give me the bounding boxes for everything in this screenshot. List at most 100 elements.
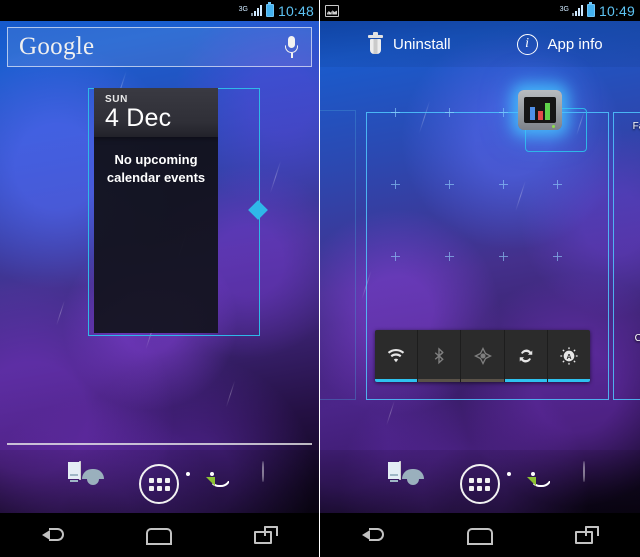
- home-icon: [146, 527, 173, 545]
- navigation-bar: [320, 513, 640, 557]
- info-icon: i: [516, 33, 538, 55]
- svg-text:A: A: [566, 354, 571, 361]
- back-icon: [362, 528, 385, 542]
- drop-grid-marker: [445, 180, 454, 189]
- status-bar[interactable]: 3G 10:48: [0, 0, 319, 21]
- signal-bars-icon: [250, 5, 262, 16]
- dock-item-browser[interactable]: [259, 462, 303, 506]
- brightness-state-indicator: [547, 379, 590, 382]
- drop-grid-marker: [391, 180, 400, 189]
- drop-grid-marker: [391, 108, 400, 117]
- bar-chart-widget-icon[interactable]: [518, 90, 562, 130]
- nav-home-button[interactable]: [457, 520, 503, 550]
- nav-back-button[interactable]: [350, 520, 396, 550]
- status-bar-notifications: [325, 4, 339, 17]
- power-toggle-wifi[interactable]: [375, 330, 419, 382]
- power-toggle-gps[interactable]: [461, 330, 505, 382]
- status-bar-clock: 10:48: [277, 2, 314, 19]
- drop-grid-marker: [445, 108, 454, 117]
- app-drawer-icon: [139, 464, 180, 504]
- drop-grid-marker: [499, 252, 508, 261]
- power-control-widget[interactable]: A: [375, 330, 590, 382]
- nav-recents-button[interactable]: [564, 520, 610, 550]
- dock-divider: [7, 443, 312, 445]
- google-search-widget[interactable]: Google: [7, 27, 312, 67]
- contacts-icon: [388, 461, 425, 485]
- dock: [320, 450, 640, 518]
- network-type-label: 3G: [238, 5, 248, 13]
- dock-item-all-apps[interactable]: [458, 462, 502, 506]
- peek-app-facebook[interactable]: Fac: [616, 118, 640, 132]
- bluetooth-icon: [429, 346, 449, 366]
- google-logo: Google: [19, 33, 95, 60]
- recents-icon: [574, 526, 599, 544]
- battery-icon: [265, 2, 274, 17]
- brightness-auto-icon: A: [559, 346, 579, 366]
- calendar-widget[interactable]: SUN 4 Dec No upcoming calendar events: [94, 88, 218, 333]
- network-type-label: 3G: [559, 5, 569, 13]
- right-phone-screen: 3G 10:49 Uninstall i App info A F C: [320, 0, 640, 557]
- nav-back-button[interactable]: [30, 520, 76, 550]
- drop-grid-marker: [445, 252, 454, 261]
- drop-grid-marker: [391, 252, 400, 261]
- nav-home-button[interactable]: [136, 520, 182, 550]
- gps-icon: [473, 346, 493, 366]
- dock-item-all-apps[interactable]: [137, 462, 181, 506]
- trash-icon: [368, 32, 383, 54]
- status-bar-system-icons: 3G 10:49: [559, 2, 635, 19]
- app-info-label: App info: [547, 35, 603, 53]
- dock-item-contacts[interactable]: [388, 461, 441, 506]
- status-bar-system-icons: 3G 10:48: [238, 2, 314, 19]
- home-icon: [466, 527, 493, 545]
- calendar-date: 4 Dec: [105, 104, 172, 132]
- wifi-icon: [386, 346, 406, 366]
- power-toggle-bluetooth[interactable]: [418, 330, 462, 382]
- contacts-icon: [67, 461, 104, 485]
- battery-icon: [586, 2, 595, 17]
- calendar-empty-state: No upcoming calendar events: [107, 151, 205, 333]
- screenshot-image-icon: [325, 4, 339, 17]
- calendar-empty-line-1: No upcoming: [114, 152, 198, 168]
- microphone-icon[interactable]: [285, 36, 298, 58]
- calendar-widget-body: No upcoming calendar events: [94, 137, 218, 333]
- back-icon: [42, 528, 65, 542]
- nav-recents-button[interactable]: [243, 520, 289, 550]
- peek-app-camera[interactable]: Ca: [616, 330, 640, 344]
- peek-app-label: Ca: [634, 333, 640, 344]
- peek-app-label: Fac: [632, 121, 640, 132]
- drop-grid-marker: [499, 180, 508, 189]
- calendar-widget-header: SUN 4 Dec: [94, 88, 218, 138]
- recents-icon: [253, 526, 278, 544]
- dock: [0, 450, 319, 518]
- navigation-bar: [0, 513, 319, 557]
- power-toggle-sync[interactable]: [504, 330, 548, 382]
- screenshot-stage: 3G 10:48 Google SUN 4 Dec No upcoming ca…: [0, 0, 640, 557]
- app-drawer-icon: [459, 464, 500, 504]
- dock-item-phone[interactable]: [336, 462, 380, 506]
- drop-grid-marker: [553, 252, 562, 261]
- widget-icon-screen: [524, 97, 556, 123]
- uninstall-drop-target[interactable]: Uninstall: [368, 32, 451, 54]
- status-bar[interactable]: 3G 10:49: [320, 0, 640, 21]
- left-phone-screen: 3G 10:48 Google SUN 4 Dec No upcoming ca…: [0, 0, 320, 557]
- sync-icon: [516, 346, 536, 366]
- calendar-empty-line-2: calendar events: [106, 169, 206, 185]
- bluetooth-state-indicator: [418, 379, 461, 382]
- uninstall-label: Uninstall: [393, 35, 451, 53]
- drop-grid-marker: [499, 108, 508, 117]
- gps-state-indicator: [461, 379, 504, 382]
- sync-state-indicator: [504, 379, 547, 382]
- power-toggle-brightness[interactable]: A: [547, 330, 590, 382]
- drop-grid-marker: [553, 180, 562, 189]
- next-page-outline: [613, 112, 640, 400]
- dock-item-messaging[interactable]: [186, 462, 242, 506]
- previous-page-outline: [320, 110, 356, 400]
- drag-action-bar: Uninstall i App info: [320, 21, 640, 67]
- wifi-state-indicator: [375, 379, 418, 382]
- dock-item-messaging[interactable]: [506, 462, 563, 506]
- dock-item-contacts[interactable]: [67, 461, 121, 506]
- signal-bars-icon: [571, 5, 583, 16]
- dock-item-browser[interactable]: [580, 462, 624, 506]
- dock-item-phone[interactable]: [16, 462, 60, 506]
- app-info-drop-target[interactable]: i App info: [516, 33, 603, 55]
